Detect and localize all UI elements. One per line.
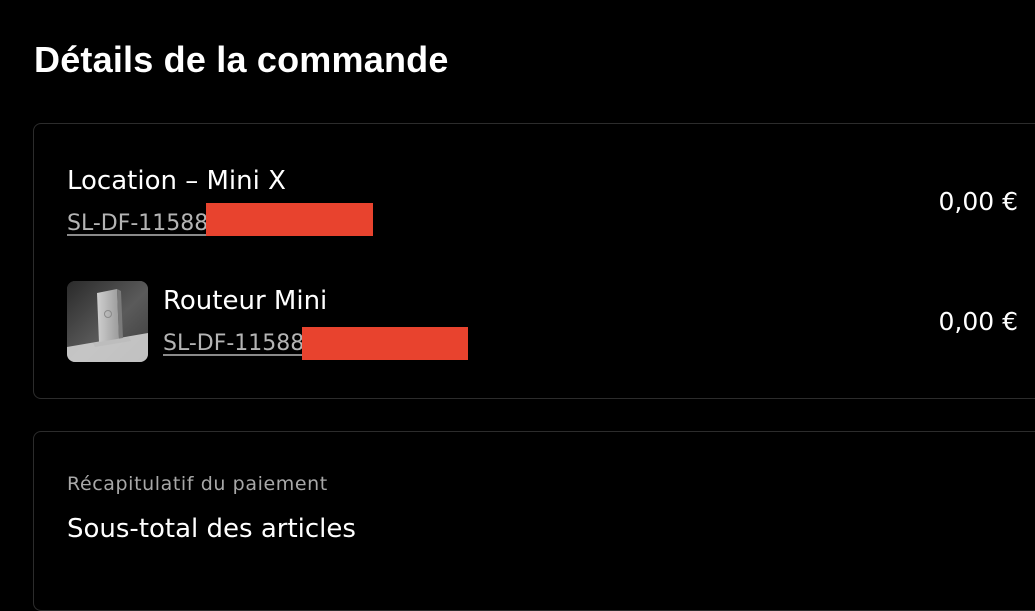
payment-summary-card: Récapitulatif du paiement Sous-total des…: [33, 431, 1035, 611]
router-product-image[interactable]: [67, 281, 148, 362]
order-items-card: Location – Mini X SL-DF-11588 0,00 € Rou…: [33, 123, 1035, 399]
item-sku-link[interactable]: SL-DF-11588: [163, 330, 304, 358]
item-name: Location – Mini X: [67, 166, 286, 196]
item-sku-link[interactable]: SL-DF-11588: [67, 210, 208, 238]
redaction-block: [206, 203, 373, 236]
router-icon: [67, 281, 148, 362]
item-price: 0,00 €: [938, 307, 1018, 336]
page-title: Détails de la commande: [34, 39, 449, 80]
item-name: Routeur Mini: [163, 286, 328, 316]
payment-summary-heading: Récapitulatif du paiement: [67, 473, 328, 495]
subtotal-label: Sous-total des articles: [67, 514, 356, 544]
redaction-block: [302, 327, 468, 360]
item-price: 0,00 €: [938, 187, 1018, 216]
